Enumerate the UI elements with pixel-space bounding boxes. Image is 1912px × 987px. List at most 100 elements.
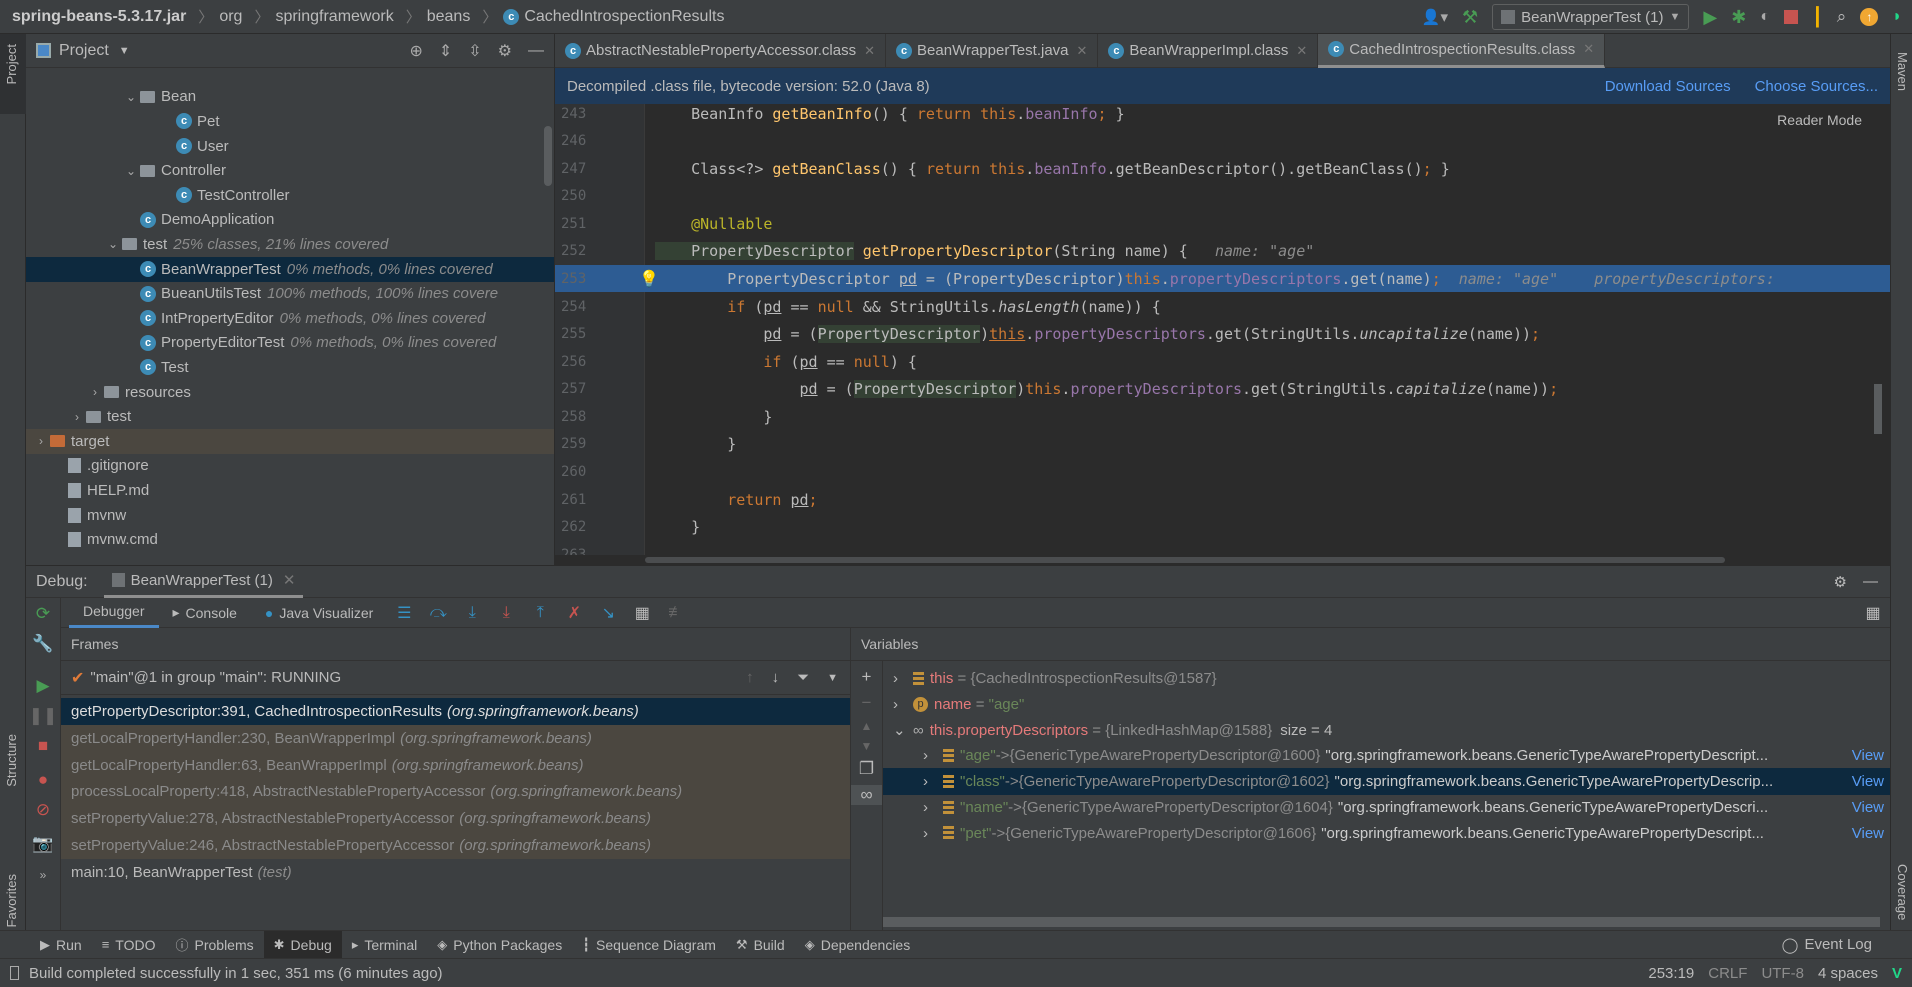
stack-frame[interactable]: getLocalPropertyHandler:63, BeanWrapperI… xyxy=(61,751,850,779)
tab-console[interactable]: ▸ Console xyxy=(159,598,251,628)
chevron-down-icon[interactable]: ▼ xyxy=(119,45,130,57)
close-icon[interactable]: ✕ xyxy=(1296,43,1307,59)
arrow-down-icon[interactable]: ↓ xyxy=(772,669,780,686)
run-config-select[interactable]: BeanWrapperTest (1) ▼ xyxy=(1492,4,1690,30)
trace-stream-icon[interactable]: ≢ xyxy=(664,604,688,622)
line-number[interactable]: 251 xyxy=(555,216,625,232)
line-number[interactable]: 243 xyxy=(555,106,625,122)
tree-item[interactable]: c DemoApplication xyxy=(26,207,554,232)
line-number[interactable]: 261 xyxy=(555,492,625,508)
view-breakpoints-icon[interactable]: ● xyxy=(26,770,60,790)
tree-item[interactable]: mvnw xyxy=(26,503,554,528)
tool-tab-run[interactable]: ▶ Run xyxy=(30,931,92,959)
editor-tab[interactable]: c BeanWrapperImpl.class ✕ xyxy=(1098,33,1319,68)
tree-item[interactable]: ⌄ Controller xyxy=(26,158,554,183)
plugin-icon[interactable]: ◗ xyxy=(1892,8,1902,26)
search-icon[interactable]: ⌕ xyxy=(1837,7,1847,27)
filter-icon[interactable]: ⏷ xyxy=(797,669,809,686)
variable-row[interactable]: › "age" -> {GenericTypeAwarePropertyDescr… xyxy=(883,742,1890,769)
step-into-icon[interactable]: ⤓ xyxy=(460,604,484,622)
editor-tab[interactable]: c BeanWrapperTest.java ✕ xyxy=(886,33,1099,68)
line-number[interactable]: 246 xyxy=(555,133,625,149)
editor-tab[interactable]: c AbstractNestablePropertyAccessor.class ✕ xyxy=(555,33,887,68)
chevron-down-icon[interactable]: ⌄ xyxy=(104,237,122,251)
editor-tab[interactable]: c CachedIntrospectionResults.class ✕ xyxy=(1318,33,1606,68)
tree-item[interactable]: mvnw.cmd xyxy=(26,527,554,552)
tree-item[interactable]: c PropertyEditorTest 0% methods, 0% lines … xyxy=(26,330,554,355)
more-icon[interactable]: » xyxy=(26,868,60,882)
download-sources-link[interactable]: Download Sources xyxy=(1605,78,1731,95)
line-number[interactable]: 259 xyxy=(555,436,625,452)
coverage-tool-button[interactable]: Coverage xyxy=(1895,864,1910,920)
tree-item[interactable]: c BueanUtilsTest 100% methods, 100% lines … xyxy=(26,281,554,306)
view-link[interactable]: View xyxy=(1852,825,1890,842)
step-out-icon[interactable]: ⤒ xyxy=(528,604,552,622)
chevron-right-icon[interactable]: › xyxy=(923,747,943,764)
indent-setting[interactable]: 4 spaces xyxy=(1818,965,1878,982)
resume-icon[interactable]: ▶ xyxy=(26,676,60,696)
breadcrumb-class[interactable]: CachedIntrospectionResults xyxy=(524,8,724,26)
update-icon[interactable]: ↑ xyxy=(1860,8,1879,26)
chevron-right-icon[interactable]: › xyxy=(86,385,104,399)
gear-icon[interactable]: ⚙ xyxy=(1834,573,1847,591)
line-number[interactable]: 252 xyxy=(555,243,625,259)
stack-frame[interactable]: setPropertyValue:278, AbstractNestablePr… xyxy=(61,805,850,833)
stack-frame[interactable]: setPropertyValue:246, AbstractNestablePr… xyxy=(61,832,850,859)
stop-icon[interactable] xyxy=(1783,10,1798,24)
close-icon[interactable]: ✕ xyxy=(1077,43,1088,59)
line-number[interactable]: 256 xyxy=(555,354,625,370)
tree-item[interactable]: .gitignore xyxy=(26,453,554,478)
tool-tab-build[interactable]: ⚒ Build xyxy=(726,931,795,959)
step-over-icon[interactable]: ⤼ xyxy=(426,604,450,622)
tab-debugger[interactable]: Debugger xyxy=(69,598,159,628)
event-log-button[interactable]: ◯ Event Log xyxy=(1782,936,1912,954)
close-icon[interactable]: ✕ xyxy=(1583,41,1594,57)
tree-scrollbar[interactable] xyxy=(544,126,552,186)
chevron-right-icon[interactable]: › xyxy=(893,670,913,687)
tree-item[interactable]: c BeanWrapperTest 0% methods, 0% lines cov… xyxy=(26,256,554,282)
line-number[interactable]: 255 xyxy=(555,326,625,342)
tool-tab-python-packages[interactable]: ◈ Python Packages xyxy=(427,931,572,959)
tool-tab-dependencies[interactable]: ◈ Dependencies xyxy=(795,931,921,959)
debug-icon[interactable]: ✱ xyxy=(1731,7,1746,28)
favorites-tool-button[interactable]: Favorites xyxy=(4,874,19,927)
tool-tab-debug[interactable]: ✱ Debug xyxy=(263,930,342,959)
variables-scrollbar[interactable] xyxy=(883,917,1880,927)
stack-frame[interactable]: getLocalPropertyHandler:230, BeanWrapper… xyxy=(61,724,850,752)
close-icon[interactable]: ✕ xyxy=(864,43,875,59)
run-to-cursor-icon[interactable]: ↘ xyxy=(596,603,620,623)
chevron-right-icon[interactable]: › xyxy=(893,696,913,713)
line-number[interactable]: 247 xyxy=(555,161,625,177)
mute-breakpoints-icon[interactable]: ⊘ xyxy=(26,800,60,820)
plugin-icon[interactable]: V xyxy=(1892,965,1902,982)
show-execution-point-icon[interactable]: ☰ xyxy=(392,603,416,623)
collapse-all-icon[interactable]: ⇳ xyxy=(468,41,481,61)
minimize-icon[interactable]: — xyxy=(528,42,544,60)
run-icon[interactable]: ▶ xyxy=(1703,7,1717,28)
line-number[interactable]: 254 xyxy=(555,299,625,315)
tree-item[interactable]: HELP.md xyxy=(26,478,554,503)
tree-item[interactable]: c TestController xyxy=(26,183,554,208)
breadcrumb-springframework[interactable]: springframework xyxy=(275,8,393,26)
thread-select[interactable]: ✔ "main"@1 in group "main": RUNNING ↑ ↓ … xyxy=(61,661,850,695)
line-number[interactable]: 250 xyxy=(555,188,625,204)
variable-row[interactable]: › "class" -> {GenericTypeAwarePropertyDes… xyxy=(883,768,1890,796)
arrow-up-icon[interactable]: ↑ xyxy=(746,669,754,686)
variable-row[interactable]: › this = {CachedIntrospectionResults@1587… xyxy=(883,665,1890,692)
breadcrumb-jar[interactable]: spring-beans-5.3.17.jar xyxy=(12,8,186,26)
drop-frame-icon[interactable]: ✗ xyxy=(562,603,586,623)
breadcrumb-org[interactable]: org xyxy=(219,8,242,26)
wrench-icon[interactable]: 🔧 xyxy=(26,634,60,654)
line-number[interactable]: 258 xyxy=(555,409,625,425)
locate-icon[interactable]: ⊕ xyxy=(409,41,422,61)
breadcrumb-beans[interactable]: beans xyxy=(427,8,471,26)
minimize-icon[interactable]: — xyxy=(1863,573,1878,590)
tree-item[interactable]: › test xyxy=(26,404,554,429)
file-encoding[interactable]: UTF-8 xyxy=(1761,965,1804,982)
reader-mode-toggle[interactable]: Reader Mode xyxy=(1777,112,1862,128)
rerun-icon[interactable]: ⟳ xyxy=(26,604,60,624)
chevron-down-icon[interactable]: ⌄ xyxy=(893,721,913,739)
stack-frame[interactable]: main:10, BeanWrapperTest (test) xyxy=(61,859,850,886)
stack-frame[interactable]: processLocalProperty:418, AbstractNestab… xyxy=(61,778,850,806)
tree-item[interactable]: c IntPropertyEditor 0% methods, 0% lines c… xyxy=(26,306,554,331)
